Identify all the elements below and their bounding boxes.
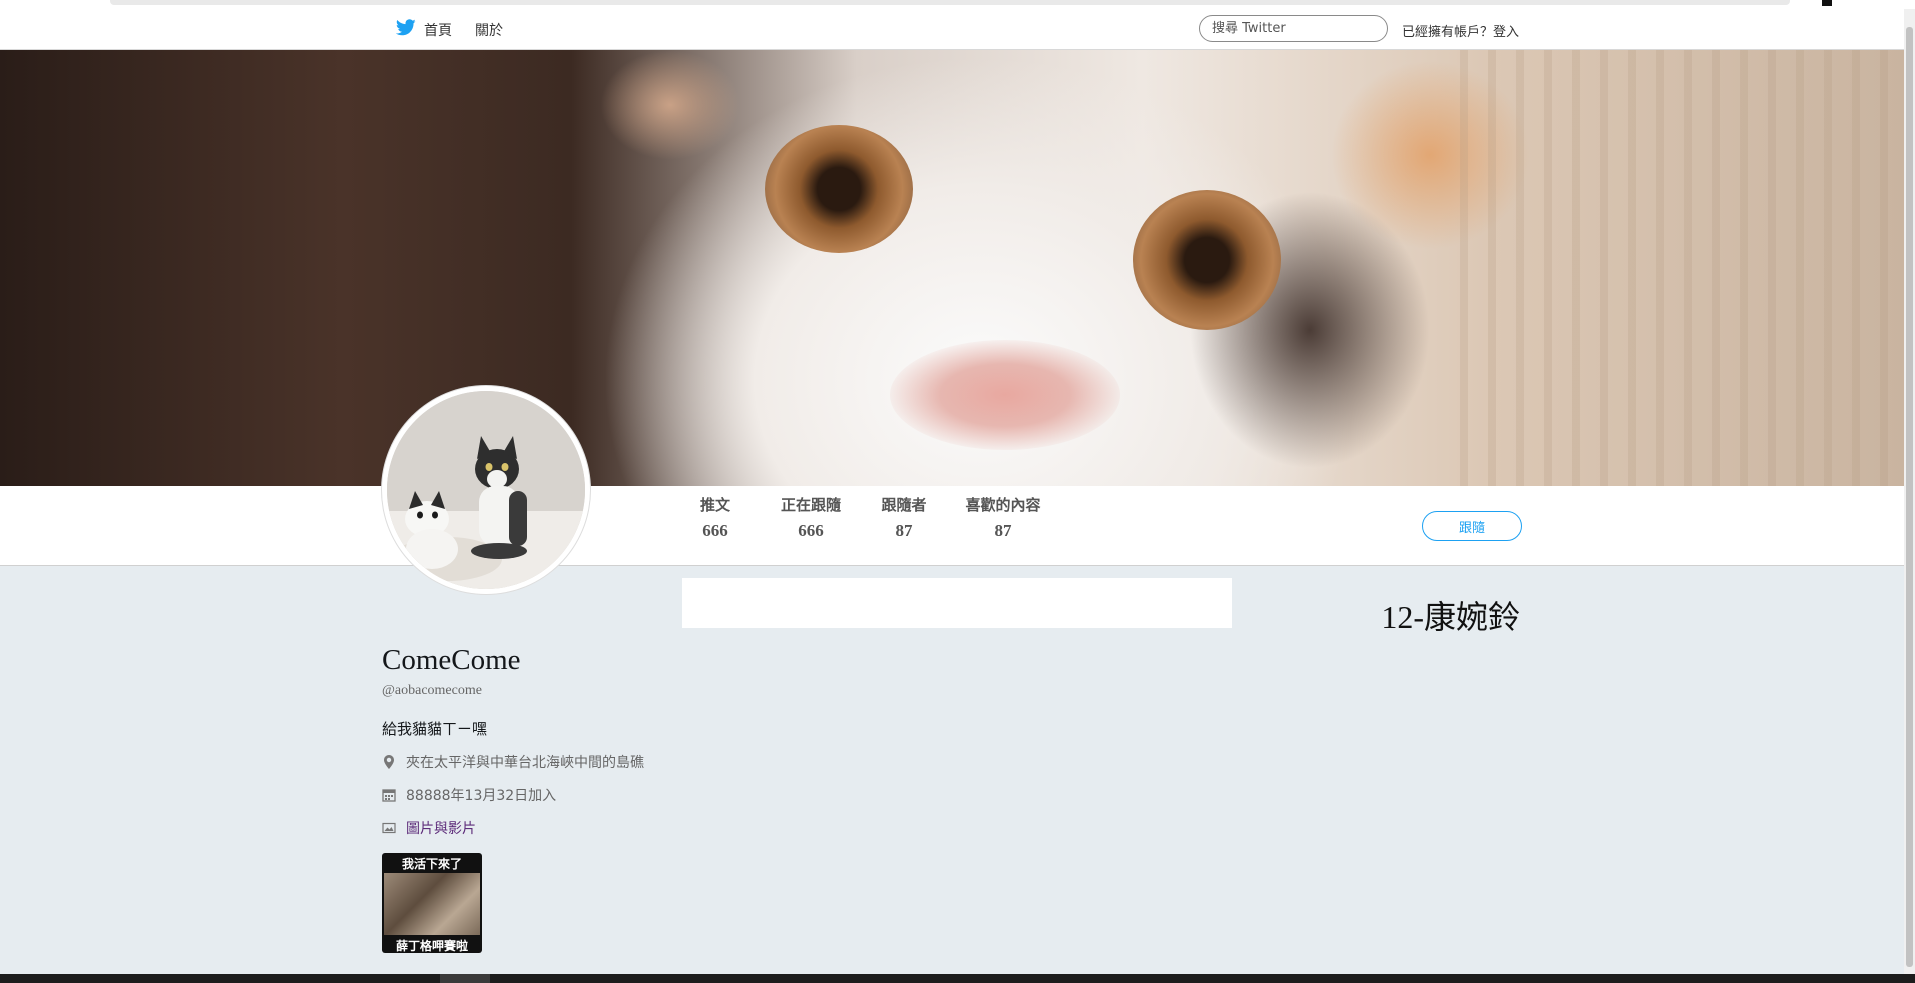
follow-button[interactable]: 跟隨 <box>1422 511 1522 541</box>
profile-bio: 給我貓貓ㄒㄧ嘿 <box>382 720 488 738</box>
profile-banner-image <box>0 50 1904 486</box>
browser-top-strip <box>0 0 1915 9</box>
stat-label: 正在跟隨 <box>780 498 841 514</box>
profile-name[interactable]: ComeCome <box>382 644 521 677</box>
taskbar-remnant <box>0 974 1915 983</box>
location-pin-icon <box>384 755 394 769</box>
side-title: 12-康婉鈴 <box>1381 599 1520 635</box>
stat-label: 跟隨者 <box>881 498 927 514</box>
login-prompt-text: 已經擁有帳戶？ <box>1402 25 1494 40</box>
stat-following[interactable]: 正在跟隨 666 <box>776 494 846 541</box>
profile-stats-bar: 推文 666 正在跟隨 666 跟隨者 87 喜歡的內容 87 跟隨 <box>0 486 1904 566</box>
stat-followers[interactable]: 跟隨者 87 <box>878 494 930 541</box>
location-text: 夾在太平洋與中華台北海峽中間的島礁 <box>406 755 644 771</box>
login-link[interactable]: 登入 <box>1493 25 1519 40</box>
taskbar-segment <box>440 974 490 983</box>
banner-cat-eye-left <box>765 125 913 253</box>
avatar-cats-illustration <box>387 391 585 589</box>
profile-location: 夾在太平洋與中華台北海峽中間的島礁 <box>382 752 644 772</box>
nav-about-link[interactable]: 關於 <box>475 20 503 40</box>
stat-value: 87 <box>895 521 913 540</box>
profile-handle[interactable]: @aobacomecome <box>382 683 482 699</box>
media-link[interactable]: 圖片與影片 <box>406 818 476 838</box>
profile-media-link[interactable]: 圖片與影片 <box>382 818 476 838</box>
scrollbar-thumb[interactable] <box>1906 27 1913 967</box>
login-prompt: 已經擁有帳戶？登入 <box>1402 21 1519 40</box>
avatar-image <box>387 391 585 589</box>
thumbnail-cat-photo <box>384 873 480 935</box>
stat-label: 推文 <box>699 498 730 514</box>
image-icon <box>382 822 396 834</box>
top-navigation: 首頁 關於 已經擁有帳戶？登入 <box>0 9 1904 50</box>
stat-label: 喜歡的內容 <box>965 498 1041 514</box>
banner-cat-ear-left <box>600 50 740 160</box>
nav-home-link[interactable]: 首頁 <box>424 20 452 40</box>
browser-corner-mark <box>1822 0 1832 6</box>
vertical-scrollbar[interactable] <box>1904 9 1915 974</box>
timeline-placeholder-box <box>682 578 1232 628</box>
banner-cat-nose <box>890 340 1120 450</box>
profile-joined: 88888年13月32日加入 <box>382 785 556 805</box>
thumbnail-caption-top: 我活下來了 <box>401 857 462 871</box>
stat-value: 666 <box>702 521 728 540</box>
stat-likes[interactable]: 喜歡的內容 87 <box>962 494 1044 541</box>
banner-cat-eye-right <box>1133 190 1281 330</box>
stat-tweets[interactable]: 推文 666 <box>695 494 735 541</box>
stat-value: 87 <box>994 521 1012 540</box>
twitter-bird-icon[interactable] <box>396 19 416 36</box>
calendar-icon <box>382 789 396 802</box>
stat-value: 666 <box>798 521 824 540</box>
media-thumbnail[interactable]: 我活下來了 薛丁格呷賽啦 <box>382 853 482 953</box>
banner-wall-texture <box>1460 50 1904 486</box>
joined-text: 88888年13月32日加入 <box>406 788 557 804</box>
thumbnail-caption-bottom: 薛丁格呷賽啦 <box>395 939 468 953</box>
search-box[interactable] <box>1199 15 1388 42</box>
avatar[interactable] <box>382 386 590 594</box>
browser-address-remnant <box>110 0 1790 5</box>
search-input[interactable] <box>1210 20 1379 37</box>
